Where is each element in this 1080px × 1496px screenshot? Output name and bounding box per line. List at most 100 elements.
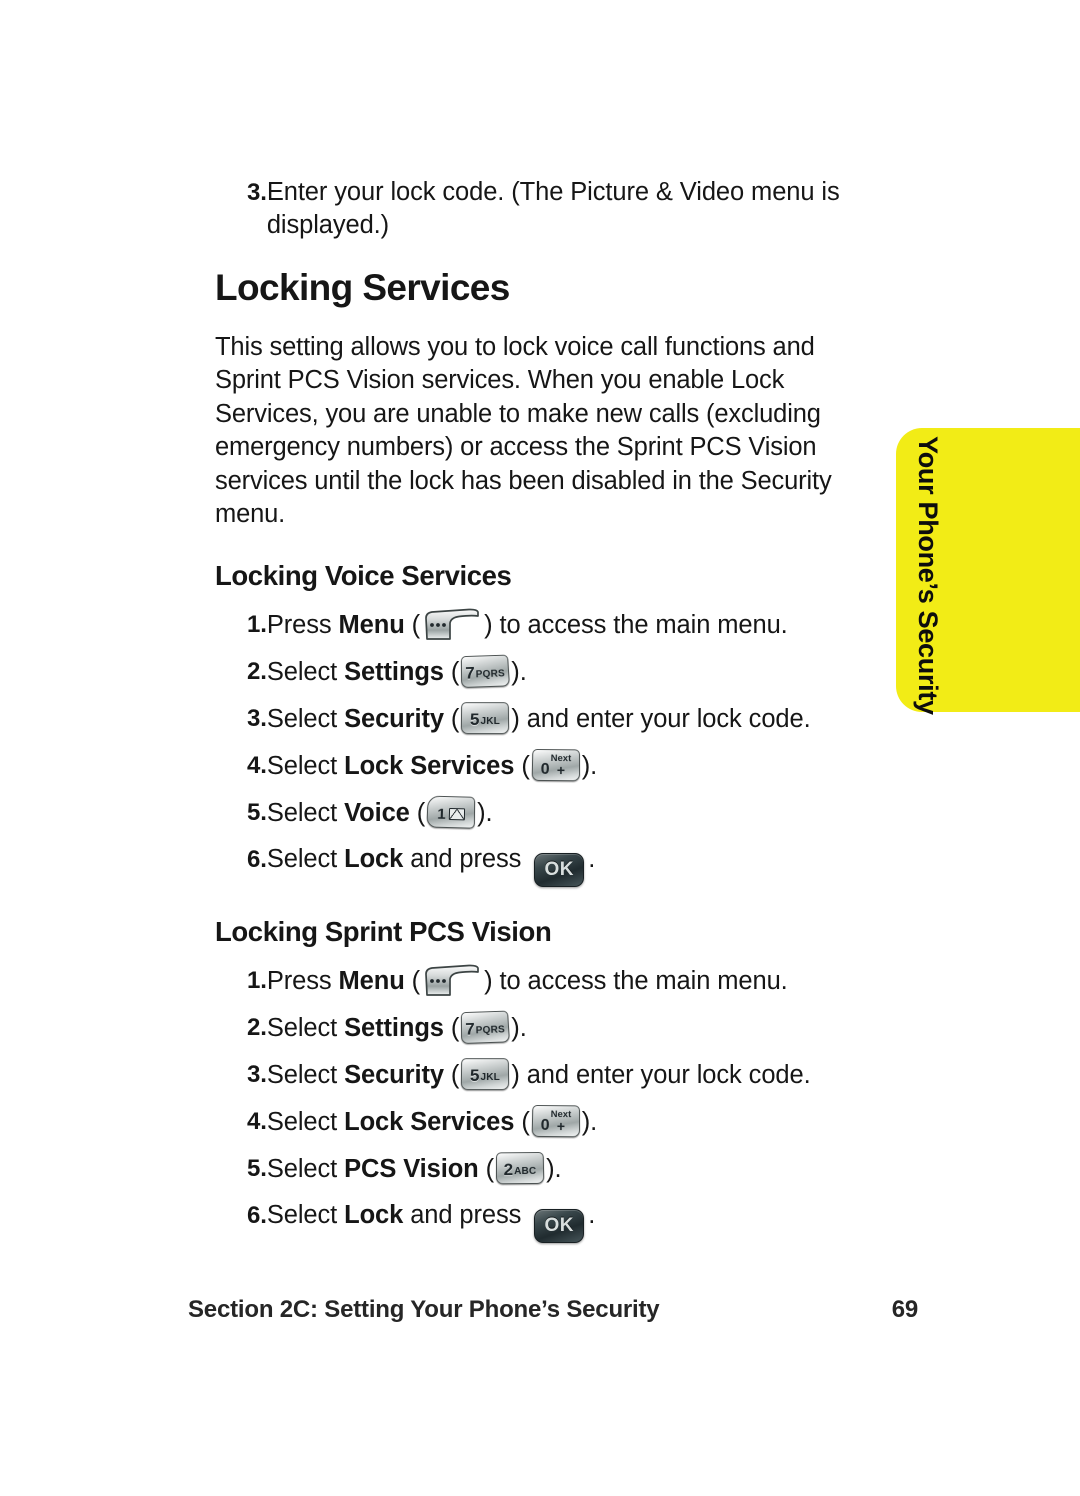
list-item: 1. Press Menu () to access the main menu… [215, 964, 875, 998]
paren-open: ( [443, 1060, 460, 1089]
step-text-pre: Select [266, 799, 345, 828]
key-letters: PQRS [475, 1023, 506, 1037]
key-digit: 5 [470, 1065, 480, 1085]
step-text: Select Security (5JKL) and enter your lo… [267, 702, 875, 736]
step-number: 1. [247, 966, 267, 994]
step-number: 1. [247, 610, 267, 638]
step-text-pre: Select [266, 704, 345, 733]
list-item: 3. Select Security (5JKL) and enter your… [215, 702, 875, 736]
page-footer: Section 2C: Setting Your Phone’s Securit… [188, 1296, 918, 1324]
key-letters: PQRS [475, 668, 506, 681]
list-item: 5. Select PCS Vision (2ABC). [215, 1152, 875, 1186]
step-text-pre: Select [266, 845, 345, 874]
key-0-next-plus-icon: 0 Next + [531, 748, 580, 782]
step-number: 3. [247, 1060, 267, 1088]
step-text-pre: Select [266, 1201, 345, 1230]
key-ok-icon: OK [534, 853, 585, 888]
step-number: 5. [247, 799, 267, 827]
footer-section-label: Section 2C: Setting Your Phone’s Securit… [188, 1296, 660, 1323]
key-ok-icon: OK [534, 1209, 585, 1244]
step-emphasis: PCS Vision [344, 1155, 479, 1184]
key-7-pqrs-icon: 7PQRS [461, 1010, 511, 1044]
step-text-post: . [590, 751, 598, 780]
step-text-post: to access the main menu. [499, 610, 788, 639]
step-text: Press Menu () to access the main menu. [267, 608, 875, 642]
section-paragraph: This setting allows you to lock voice ca… [215, 332, 832, 528]
list-item: 5. Select Voice (1). [215, 795, 875, 830]
menu-soft-key-icon [423, 964, 481, 998]
step-emphasis: Security [344, 1060, 444, 1089]
paren-open: ( [443, 704, 460, 733]
key-digit: 2 [503, 1160, 514, 1180]
step-number: 4. [247, 1107, 267, 1135]
step-emphasis: Lock Services [344, 1107, 515, 1136]
step-text-post: . [554, 1155, 562, 1184]
paren-open: ( [443, 1013, 460, 1042]
paren-close: ) [511, 704, 527, 733]
list-item: 4. Select Lock Services (0 Next +). [215, 748, 875, 783]
list-item: 6. Select Lock and press OK. [215, 1199, 875, 1244]
step-text: Press Menu () to access the main menu. [267, 964, 875, 998]
step-text-pre: Select [266, 1107, 345, 1136]
step-text-post: . [590, 1107, 598, 1136]
step-text: Select Lock Services (0 Next +). [266, 1104, 875, 1139]
list-item: 3. Select Security (5JKL) and enter your… [215, 1057, 875, 1092]
key-letters: ABC [514, 1165, 537, 1178]
list-item: 2. Select Settings (7PQRS). [215, 1010, 875, 1045]
step-text: Select Settings (7PQRS). [266, 1010, 875, 1045]
key-plus-label: + [556, 1117, 565, 1134]
footer-page-number: 69 [891, 1296, 918, 1323]
key-0-next-plus-icon: 0 Next + [531, 1104, 580, 1138]
paren-close: ) [581, 1107, 591, 1136]
key-digit: 1 [437, 805, 446, 824]
step-text-post: . [485, 799, 493, 828]
step-text-pre: Press [266, 610, 339, 639]
key-digit: 7 [465, 1019, 476, 1039]
key-plus-label: + [556, 761, 565, 778]
step-emphasis: Lock Services [344, 751, 515, 780]
section-thumb-tab: Your Phone’s Security [896, 428, 1080, 715]
step-emphasis: Security [344, 704, 444, 733]
step-emphasis: Voice [344, 799, 410, 828]
step-text-pre: Select [266, 657, 345, 686]
step-text-post: . [519, 657, 527, 686]
key-5-jkl-icon: 5JKL [461, 702, 510, 734]
step-emphasis: Lock [344, 1201, 404, 1230]
list-item: 2. Select Settings (7PQRS). [215, 654, 875, 689]
key-2-abc-icon: 2ABC [495, 1152, 545, 1185]
step-text-post: . [519, 1013, 527, 1042]
key-letters: JKL [480, 1071, 501, 1083]
paren-open: and press [403, 1201, 529, 1230]
step-text-post: and enter your lock code. [526, 704, 811, 733]
step-text-pre: Select [266, 1013, 345, 1042]
step-text: Select Lock Services (0 Next +). [267, 748, 875, 783]
step-emphasis: Settings [344, 657, 444, 686]
paren-open: ( [409, 799, 426, 828]
step-text-post: to access the main menu. [499, 966, 788, 995]
list-item: 4. Select Lock Services (0 Next +). [215, 1104, 875, 1139]
key-1-voicemail-icon: 1 [426, 795, 476, 829]
section-thumb-tab-label: Your Phone’s Security [913, 436, 944, 715]
step-text: Select Security (5JKL) and enter your lo… [266, 1057, 875, 1092]
paren-close: ) [477, 799, 486, 828]
paren-close: ) [581, 751, 591, 780]
step-number: 2. [247, 1013, 267, 1041]
step-emphasis: Menu [338, 610, 405, 639]
step-number: 4. [247, 751, 267, 779]
page-title: Locking Services [215, 267, 510, 309]
subheading-locking-voice-services: Locking Voice Services [215, 560, 512, 592]
paren-open: and press [403, 845, 529, 874]
paren-close: ) [484, 610, 500, 639]
document-page: 3. Enter your lock code. (The Picture & … [0, 0, 1080, 1496]
key-5-jkl-icon: 5JKL [461, 1057, 510, 1090]
paren-close: ) [484, 966, 500, 995]
paren-open: ( [514, 1107, 530, 1136]
step-emphasis: Lock [344, 845, 404, 874]
list-item: 1. Press Menu () to access the main menu… [215, 608, 875, 642]
key-7-pqrs-icon: 7PQRS [461, 654, 511, 688]
paren-open: ( [443, 657, 460, 686]
step-text-pre: Select [266, 1060, 345, 1089]
step-text-post: . [588, 845, 596, 874]
key-digit: 0 [540, 760, 550, 778]
key-letters: JKL [480, 715, 501, 727]
